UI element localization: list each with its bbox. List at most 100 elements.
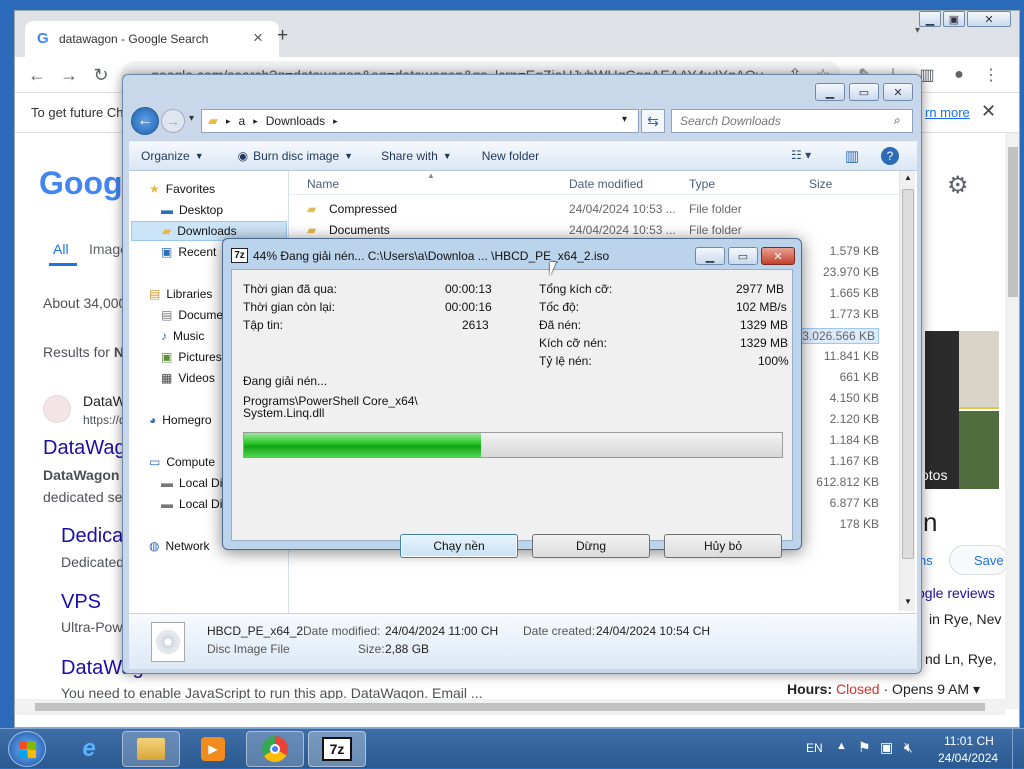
kp-street-image[interactable] [959,411,999,489]
search-icon[interactable]: ⌕ [894,113,901,128]
7zip-maximize-icon[interactable]: ▭ [728,247,758,265]
scroll-up-icon[interactable]: ▲ [904,173,912,182]
taskbar-chrome[interactable] [246,731,304,767]
kp-image-dark[interactable] [925,331,959,489]
explorer-close-icon[interactable]: ✕ [883,83,913,101]
show-desktop-button[interactable] [1012,729,1024,769]
7zip-minimize-icon[interactable]: ▁ [695,247,725,265]
refresh-icon[interactable]: ⇆ [641,109,665,133]
scrollbar-thumb[interactable] [1008,147,1018,297]
view-options-icon[interactable]: ☷ ▾ [791,148,811,162]
profile-avatar-icon[interactable]: ● [947,63,971,87]
result1-title-link[interactable]: DataWag [43,437,126,460]
file-size: 178 KB [839,517,879,531]
nav-computer[interactable]: ▭ Compute [149,452,215,472]
col-type[interactable]: Type [689,177,715,191]
page-vertical-scrollbar[interactable] [1005,133,1019,709]
clock-time[interactable]: 11:01 CH [944,734,994,748]
infobar-learn-more-link[interactable]: rn more [925,105,970,120]
breadcrumb-downloads[interactable]: Downloads [266,114,325,128]
organize-button[interactable]: Organize ▼ [141,149,204,163]
file-size: 4.150 KB [829,391,879,405]
browser-tab[interactable]: G datawagon - Google Search × [25,21,279,57]
chrome-menu-icon[interactable]: ⋮ [979,63,1003,87]
windows-taskbar: e ▶ 7z EN ▲ ⚑ ▣ 🔇︎ 11:01 CH 24/04/2024 [0,728,1024,769]
file-list-scroll-thumb[interactable] [902,189,914,559]
breadcrumb-user[interactable]: a [239,114,246,128]
explorer-minimize-icon[interactable]: ▁ [815,83,845,101]
search-downloads-input[interactable]: Search Downloads ⌕ [671,109,913,133]
kp-photos-label[interactable]: otos [921,467,947,483]
nav-videos[interactable]: ▦ Videos [161,368,215,388]
nav-network[interactable]: ◍ Network [149,536,210,556]
sitelink-dedicated[interactable]: Dedica [61,525,123,548]
nav-documents[interactable]: ▤ Docume [161,305,223,325]
explorer-maximize-icon[interactable]: ▭ [849,83,879,101]
tab-close-icon[interactable]: × [253,28,263,48]
address-dropdown-icon[interactable]: ▾ [622,114,627,125]
preview-pane-icon[interactable]: ▥ [845,147,859,165]
forward-arrow-icon[interactable]: → [57,63,81,87]
run-background-button[interactable]: Chạy nền [400,534,518,558]
hours-opens[interactable]: · Opens 9 AM ▾ [884,681,981,697]
pause-button[interactable]: Dừng [532,534,650,558]
back-arrow-icon[interactable]: ← [25,63,49,87]
cancel-button[interactable]: Hủy bỏ [664,534,782,558]
chrome-close-icon[interactable]: ✕ [967,11,1011,27]
action-center-flag-icon[interactable]: ⚑ [858,739,871,756]
tab-title: datawagon - Google Search [59,32,209,46]
col-size[interactable]: Size [809,177,832,191]
breadcrumb-sep-icon[interactable]: ▸ [226,116,231,127]
explorer-forward-icon[interactable]: → [161,109,185,133]
start-button[interactable] [8,731,46,767]
nav-homegroup[interactable]: ◕ Homegro [149,410,212,430]
nav-desktop[interactable]: ▬ Desktop [161,200,223,220]
result1-snippet: dedicated se [43,489,123,505]
chrome-minimize-icon[interactable]: ▁ [919,11,941,27]
nav-local-disk-d[interactable]: ▬ Local Di [161,494,222,514]
taskbar-ie[interactable]: e [60,731,118,767]
recent-pages-icon[interactable]: ▾ [189,113,194,124]
nav-music[interactable]: ♪ Music [161,326,204,346]
nav-local-disk-c[interactable]: ▬ Local Di [161,473,222,493]
settings-gear-icon[interactable]: ⚙ [947,171,969,200]
share-with-button[interactable]: Share with ▼ [381,149,452,163]
address-bar[interactable]: ▰ ▸ a ▸ Downloads ▸ ▾ [201,109,639,133]
kp-save-button[interactable]: Save [949,545,1009,575]
hscrollbar-thumb[interactable] [35,703,985,711]
breadcrumb-sep-icon[interactable]: ▸ [333,116,338,127]
7zip-close-icon[interactable]: ✕ [761,247,795,265]
new-folder-button[interactable]: New folder [482,149,539,163]
reload-icon[interactable]: ↻ [89,63,113,87]
breadcrumb-sep-icon[interactable]: ▸ [253,116,258,127]
nav-pictures[interactable]: ▣ Pictures [161,347,222,367]
sitelink-vps[interactable]: VPS [61,591,101,614]
kp-map-image[interactable] [959,331,999,409]
file-row[interactable]: ▰ Compressed 24/04/2024 10:53 ... File fold… [307,199,907,220]
google-logo[interactable]: Googl [39,165,131,202]
infobar-close-icon[interactable]: ✕ [981,101,996,122]
nav-libraries[interactable]: ▤ Libraries [149,284,212,304]
taskbar-explorer[interactable] [122,731,180,767]
taskbar-7zip[interactable]: 7z [308,731,366,767]
nav-recent[interactable]: ▣ Recent [161,242,216,262]
help-icon[interactable]: ? [881,147,899,165]
taskbar-media-player[interactable]: ▶ [184,731,242,767]
network-tray-icon[interactable]: ▣ [880,739,893,756]
clock-date[interactable]: 24/04/2024 [938,751,998,765]
explorer-back-icon[interactable]: ← [131,107,159,135]
language-indicator[interactable]: EN [806,741,823,755]
col-date[interactable]: Date modified [569,177,643,191]
show-hidden-icons-icon[interactable]: ▲ [836,740,847,752]
page-horizontal-scrollbar[interactable] [15,699,1005,715]
scroll-down-icon[interactable]: ▼ [904,597,912,606]
volume-muted-icon[interactable]: 🔇︎ [904,739,913,756]
file-list-scrollbar[interactable]: ▲ ▼ [899,171,915,611]
col-name[interactable]: Name [307,177,339,191]
tab-all[interactable]: All [53,241,69,257]
burn-disc-button[interactable]: ◉ Burn disc image ▼ [238,149,353,163]
new-tab-icon[interactable]: + [277,25,288,47]
kp-reviews-link[interactable]: ogle reviews [917,585,995,601]
nav-favorites[interactable]: ★ Favorites [149,179,215,199]
chrome-maximize-icon[interactable]: ▣ [943,11,965,27]
